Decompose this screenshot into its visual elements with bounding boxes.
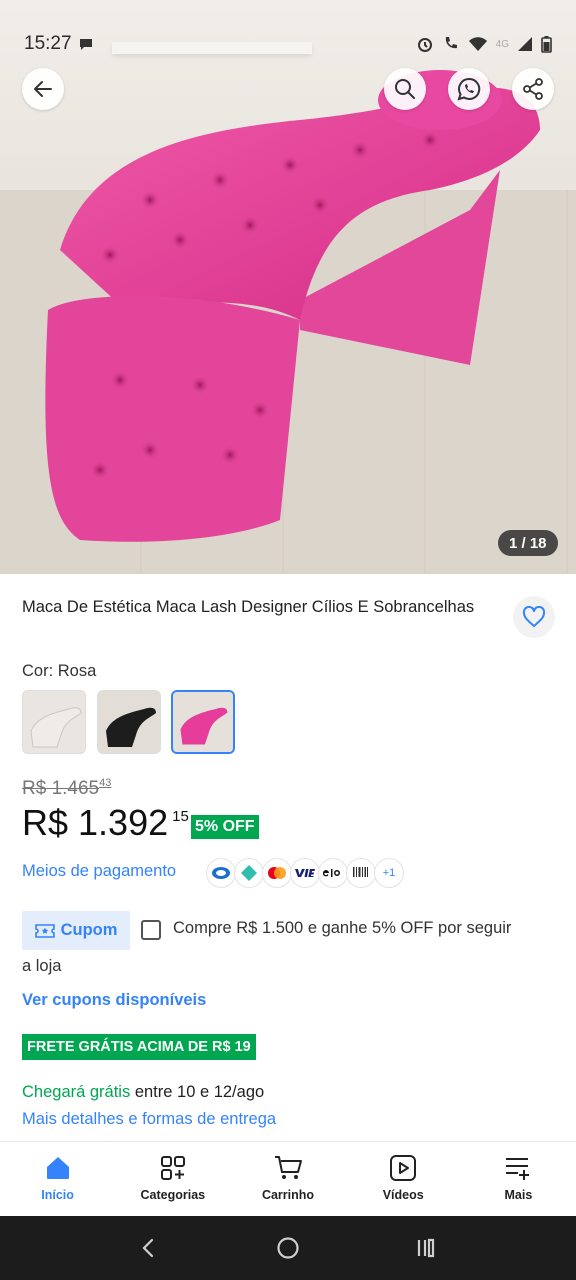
payment-icons[interactable]: +1 (206, 858, 404, 888)
pink-chair-thumbnail (173, 692, 233, 752)
swatch-black[interactable] (97, 690, 161, 754)
boleto-icon (346, 858, 376, 888)
old-price: R$ 1.46543 (22, 777, 112, 799)
nav-cart[interactable]: Carrinho (230, 1142, 345, 1216)
elo-icon (318, 858, 348, 888)
back-button[interactable] (22, 68, 64, 110)
status-time: 15:27 (24, 22, 94, 66)
status-bar: 15:27 4G (0, 0, 576, 66)
more-payment-methods: +1 (374, 858, 404, 888)
swatch-white[interactable] (22, 690, 86, 754)
free-shipping-badge: FRETE GRÁTIS ACIMA DE R$ 19 (22, 1034, 256, 1060)
cart-icon (275, 1156, 302, 1179)
coupon-text-continued: a loja (22, 957, 62, 975)
search-icon (395, 79, 415, 99)
product-image[interactable]: 15:27 4G 1 / 18 (0, 0, 576, 574)
payment-methods-link[interactable]: Meios de pagamento (22, 862, 176, 881)
more-icon (506, 1158, 530, 1180)
categories-icon (160, 1156, 185, 1180)
battery-icon (541, 36, 552, 53)
system-back-icon[interactable] (137, 1236, 161, 1260)
color-label: Cor: Rosa (22, 662, 97, 680)
coupon-checkbox[interactable] (141, 920, 161, 940)
see-coupons-link[interactable]: Ver cupons disponíveis (22, 991, 206, 1010)
nav-categories[interactable]: Categorias (115, 1142, 230, 1216)
whatsapp-icon (457, 77, 481, 101)
share-icon (523, 78, 543, 100)
swatch-pink[interactable] (171, 690, 235, 754)
home-icon (46, 1157, 69, 1179)
system-home-icon[interactable] (275, 1235, 301, 1261)
ticket-star-icon (34, 923, 55, 938)
delivery-details-link[interactable]: Mais detalhes e formas de entrega (22, 1110, 276, 1129)
old-price-cents: 43 (99, 777, 112, 789)
caixa-icon (206, 858, 236, 888)
heart-icon (522, 606, 546, 627)
signal-icon (518, 37, 532, 51)
share-button[interactable] (512, 68, 554, 110)
image-counter: 1 / 18 (498, 530, 558, 556)
visa-icon (290, 858, 320, 888)
nav-videos[interactable]: Vídeos (346, 1142, 461, 1216)
arrow-left-icon (34, 81, 52, 97)
network-type: 4G (495, 38, 509, 50)
alarm-icon (417, 38, 432, 52)
white-chair-thumbnail (23, 691, 85, 753)
nav-home[interactable]: Início (0, 1142, 115, 1216)
chat-bubble-icon (79, 39, 92, 50)
system-nav-bar (0, 1216, 576, 1280)
price-cents: 15 (172, 808, 189, 825)
bottom-nav: Início Categorias Carrinho Vídeos Mais (0, 1141, 576, 1216)
status-icons: 4G (416, 22, 552, 66)
favorite-button[interactable] (513, 596, 555, 638)
discount-badge: 5% OFF (191, 815, 259, 839)
nav-more[interactable]: Mais (461, 1142, 576, 1216)
black-chair-thumbnail (98, 691, 160, 753)
coupon-text: Compre R$ 1.500 e ganhe 5% OFF por segui… (173, 919, 512, 937)
system-recents-icon[interactable] (415, 1236, 439, 1260)
product-title: Maca De Estética Maca Lash Designer Cíli… (22, 598, 475, 616)
mastercard-icon (262, 858, 292, 888)
arrival-info: Chegará grátis entre 10 e 12/ago (22, 1083, 265, 1101)
pix-icon (234, 858, 264, 888)
whatsapp-button[interactable] (448, 68, 490, 110)
search-button[interactable] (384, 68, 426, 110)
current-price: R$ 1.392 15 (22, 802, 189, 843)
video-icon (390, 1155, 417, 1181)
call-icon (445, 37, 457, 49)
coupon-tag: Cupom (22, 911, 130, 950)
wifi-icon (468, 37, 487, 51)
